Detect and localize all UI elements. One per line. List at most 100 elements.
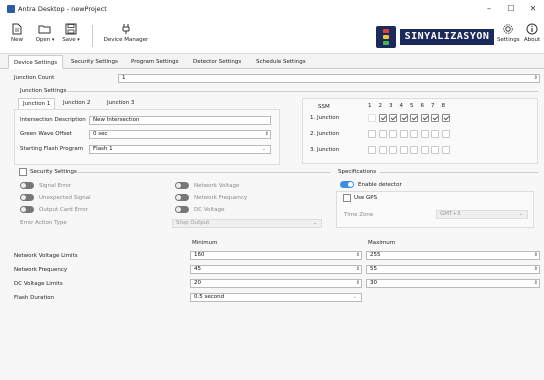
ssm-checkbox[interactable]: [420, 130, 429, 138]
tab-detector-settings[interactable]: Detector Settings: [188, 55, 246, 69]
ssm-checkbox[interactable]: [399, 114, 408, 122]
network-frequency-max-input[interactable]: 55 ⇕: [366, 265, 540, 274]
ssm-checkbox[interactable]: [368, 146, 376, 154]
network-frequency-limits-label: Network Frequency: [14, 267, 68, 273]
dc-voltage-max-input[interactable]: 30 ⇕: [366, 279, 540, 288]
ssm-checkbox[interactable]: [389, 130, 397, 138]
time-zone-select[interactable]: GMT+3 ⌄: [436, 210, 528, 219]
ssm-column-header: 8: [441, 103, 446, 109]
ssm-checkbox[interactable]: [410, 130, 418, 138]
ssm-column-header: 1: [368, 103, 372, 109]
save-icon: [65, 23, 77, 35]
new-button[interactable]: New: [9, 23, 25, 43]
ssm-checkbox[interactable]: [420, 114, 429, 122]
device-manager-button[interactable]: Device Manager: [100, 23, 152, 43]
spinner-arrows-icon[interactable]: ⇕: [534, 75, 538, 82]
flash-duration-value: 0.5 second: [194, 294, 225, 300]
output-card-error-label: Output Card Error: [39, 207, 88, 213]
enable-detector-label: Enable detector: [358, 182, 402, 188]
spinner-arrows-icon[interactable]: ⇕: [534, 252, 538, 259]
ssm-checkbox[interactable]: [368, 130, 376, 138]
maximize-button[interactable]: ☐: [500, 3, 522, 15]
ssm-checkbox[interactable]: [420, 146, 429, 154]
brand-logo: SINYALIZASYON: [400, 29, 494, 45]
ssm-checkbox[interactable]: [410, 146, 418, 154]
ssm-checkbox[interactable]: [378, 114, 387, 122]
network-voltage-max-value: 255: [370, 252, 381, 258]
ssm-checkbox[interactable]: [410, 114, 418, 122]
settings-button[interactable]: Settings: [497, 23, 520, 43]
device-manager-label: Device Manager: [103, 37, 149, 43]
network-voltage-min-value: 160: [194, 252, 205, 258]
ssm-checkbox[interactable]: [378, 130, 387, 138]
output-card-error-toggle[interactable]: [20, 206, 34, 213]
junction-count-input[interactable]: 1 ⇕: [118, 74, 540, 83]
minimize-button[interactable]: –: [478, 3, 500, 15]
group-divider: [380, 172, 538, 173]
ssm-column-header: 2: [378, 103, 383, 109]
dc-voltage-min-input[interactable]: 20 ⇕: [190, 279, 362, 288]
ssm-checkbox[interactable]: [389, 146, 397, 154]
green-wave-offset-value: 0 sec: [93, 131, 108, 137]
dc-voltage-min-value: 20: [194, 280, 201, 286]
tab-device-settings[interactable]: Device Settings: [8, 55, 64, 69]
ssm-checkbox[interactable]: [378, 146, 387, 154]
network-frequency-min-input[interactable]: 45 ⇕: [190, 265, 362, 274]
junction-count-label: Junction Count: [14, 75, 55, 81]
error-action-type-select[interactable]: Stop Output ⌄: [172, 219, 322, 228]
save-button[interactable]: Save ▾: [59, 23, 83, 43]
tab-junction-3[interactable]: Junction 3: [103, 98, 138, 109]
flash-duration-select[interactable]: 0.5 second ⌄: [190, 293, 362, 302]
ssm-checkbox[interactable]: [441, 130, 450, 138]
network-voltage-max-input[interactable]: 255 ⇕: [366, 251, 540, 260]
chevron-down-icon: ⌄: [518, 211, 523, 217]
network-frequency-toggle[interactable]: [175, 194, 189, 201]
about-button[interactable]: About: [522, 23, 542, 43]
ssm-checkbox[interactable]: [431, 146, 439, 154]
spinner-arrows-icon[interactable]: ⇕: [356, 266, 360, 273]
spinner-arrows-icon[interactable]: ⇕: [534, 266, 538, 273]
signal-error-label: Signal Error: [39, 183, 72, 189]
tab-schedule-settings[interactable]: Schedule Settings: [251, 55, 311, 69]
tab-junction-2[interactable]: Junction 2: [59, 98, 94, 109]
maximum-header: Maximum: [368, 240, 396, 246]
green-wave-offset-input[interactable]: 0 sec ⇕: [89, 130, 271, 139]
ssm-checkbox[interactable]: [441, 114, 450, 122]
spinner-arrows-icon[interactable]: ⇕: [356, 280, 360, 287]
open-button[interactable]: Open ▾: [34, 23, 56, 43]
unexpected-signal-toggle[interactable]: [20, 194, 34, 201]
spinner-arrows-icon[interactable]: ⇕: [265, 131, 269, 138]
specifications-title: Specifications: [338, 169, 377, 175]
starting-flash-program-select[interactable]: Flash 1 ⌄: [89, 145, 271, 154]
spinner-arrows-icon[interactable]: ⇕: [356, 252, 360, 259]
about-label: About: [523, 37, 541, 43]
dc-voltage-toggle[interactable]: [175, 206, 189, 213]
unexpected-signal-label: Unexpected Signal: [39, 195, 91, 201]
tab-program-settings[interactable]: Program Settings: [126, 55, 184, 69]
enable-detector-toggle[interactable]: [340, 181, 354, 188]
chevron-down-icon: ⌄: [261, 146, 266, 152]
dc-voltage-label: DC Voltage: [194, 207, 225, 213]
dc-voltage-max-value: 30: [370, 280, 377, 286]
security-settings-checkbox[interactable]: [19, 168, 27, 176]
ssm-checkbox[interactable]: [431, 114, 439, 122]
ssm-checkbox[interactable]: [441, 146, 450, 154]
flash-duration-label: Flash Duration: [14, 295, 55, 301]
network-voltage-toggle[interactable]: [175, 182, 189, 189]
ssm-checkbox[interactable]: [368, 114, 376, 122]
ssm-checkbox[interactable]: [431, 130, 439, 138]
tab-security-settings[interactable]: Security Settings: [66, 55, 123, 69]
network-voltage-min-input[interactable]: 160 ⇕: [190, 251, 362, 260]
gear-icon: [503, 24, 513, 34]
use-gps-checkbox[interactable]: [343, 194, 351, 202]
ssm-checkbox[interactable]: [399, 146, 408, 154]
close-button[interactable]: ✕: [522, 3, 544, 15]
spinner-arrows-icon[interactable]: ⇕: [534, 280, 538, 287]
save-label: Save: [62, 37, 76, 43]
tab-junction-1[interactable]: Junction 1: [18, 98, 56, 109]
ssm-checkbox[interactable]: [399, 130, 408, 138]
network-voltage-label: Network Voltage: [194, 183, 240, 189]
ssm-checkbox[interactable]: [389, 114, 397, 122]
intersection-description-input[interactable]: New Intersection: [89, 116, 271, 125]
signal-error-toggle[interactable]: [20, 182, 34, 189]
